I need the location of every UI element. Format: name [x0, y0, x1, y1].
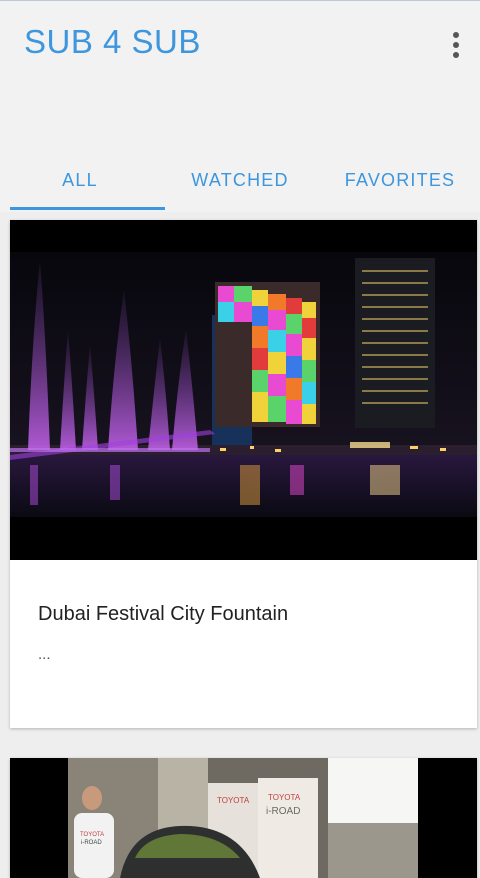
tab-watched[interactable]: WATCHED: [160, 150, 320, 212]
more-options-button[interactable]: [442, 25, 470, 65]
svg-text:i-ROAD: i-ROAD: [81, 840, 102, 846]
svg-text:i-ROAD: i-ROAD: [266, 806, 300, 817]
more-vert-icon: [453, 32, 459, 38]
video-card[interactable]: Dubai Festival City Fountain ...: [10, 220, 477, 728]
tab-bar: ALL WATCHED FAVORITES: [0, 150, 480, 212]
video-description: ...: [38, 646, 51, 663]
video-thumbnail[interactable]: TOYOTA TOYOTA i-ROAD TOYOTA i-ROAD: [10, 758, 477, 878]
app-title: SUB 4 SUB: [24, 23, 201, 60]
more-vert-icon-dot: [453, 52, 459, 58]
tab-favorites-label: FAVORITES: [344, 169, 456, 190]
video-title[interactable]: Dubai Festival City Fountain: [38, 603, 288, 626]
svg-text:TOYOTA: TOYOTA: [268, 793, 301, 802]
thumbnail-image: TOYOTA TOYOTA i-ROAD TOYOTA i-ROAD: [10, 758, 477, 878]
video-thumbnail[interactable]: [10, 220, 477, 560]
tab-all-label: ALL: [62, 169, 98, 190]
more-vert-icon-dot: [453, 42, 459, 48]
tab-all[interactable]: ALL: [0, 150, 160, 212]
app-bar: SUB 4 SUB: [0, 0, 480, 150]
svg-text:TOYOTA: TOYOTA: [217, 796, 250, 805]
video-card[interactable]: TOYOTA TOYOTA i-ROAD TOYOTA i-ROAD: [10, 758, 477, 878]
tab-selected-indicator: [10, 207, 165, 210]
thumbnail-image: [10, 220, 477, 560]
svg-text:TOYOTA: TOYOTA: [80, 832, 104, 838]
tab-watched-label: WATCHED: [191, 169, 289, 190]
tab-favorites[interactable]: FAVORITES: [320, 150, 480, 212]
